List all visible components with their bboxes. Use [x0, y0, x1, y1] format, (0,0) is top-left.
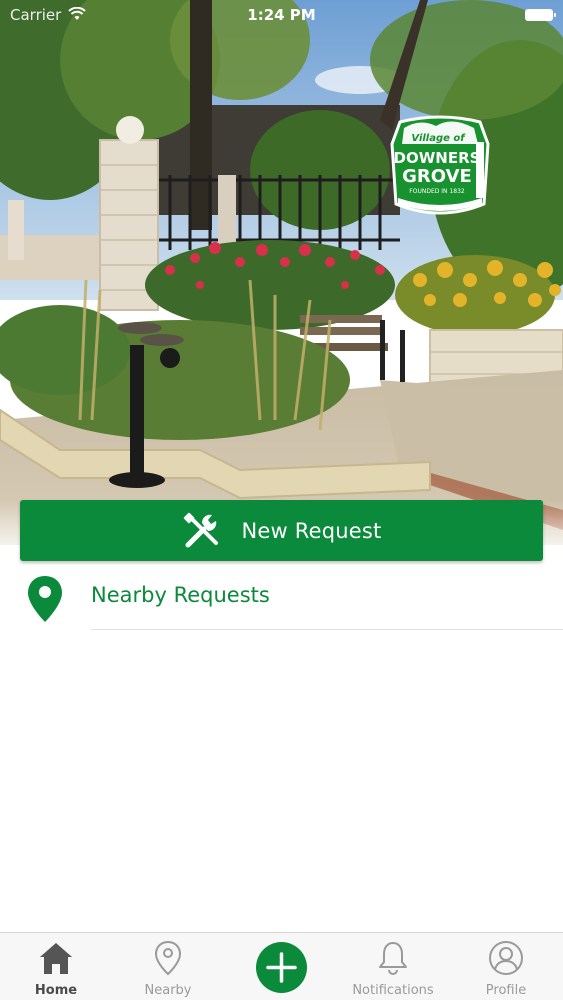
tab-home[interactable]: Home [0, 933, 112, 1000]
map-pin-outline-icon [154, 940, 182, 976]
clock-label: 1:24 PM [247, 6, 316, 24]
logo-village-of: Village of [411, 133, 466, 144]
plus-icon [266, 952, 297, 983]
tab-bar: Home Nearby Notifications Profile [0, 932, 563, 1000]
row-divider [91, 629, 563, 630]
tools-icon [183, 512, 218, 547]
map-pin-icon [28, 576, 62, 622]
battery-icon [525, 9, 556, 21]
logo-grove: GROVE [402, 166, 472, 187]
tab-nearby-label: Nearby [144, 983, 192, 998]
hero-image [0, 0, 563, 545]
logo-founded: FOUNDED IN 1832 [409, 188, 465, 195]
village-logo: Village of DOWNERS GROVE FOUNDED IN 1832 [390, 114, 490, 220]
logo-downers: DOWNERS [394, 149, 481, 167]
home-icon [40, 943, 72, 974]
tab-profile-label: Profile [485, 983, 527, 998]
new-request-button[interactable]: New Request [20, 500, 543, 561]
tab-notifications-label: Notifications [352, 983, 434, 998]
status-bar: Carrier 1:24 PM [0, 0, 563, 30]
tab-profile[interactable]: Profile [450, 933, 562, 1000]
home-screen: Carrier 1:24 PM Village of DOWNERS GROVE… [0, 0, 563, 1000]
tab-notifications[interactable]: Notifications [337, 933, 449, 1000]
bell-icon [379, 942, 407, 975]
nearby-requests-item[interactable]: Nearby Requests [0, 566, 563, 630]
tab-home-label: Home [34, 983, 78, 998]
tab-nearby[interactable]: Nearby [112, 933, 224, 1000]
new-request-label: New Request [241, 518, 382, 543]
user-icon [489, 941, 523, 975]
tab-add-button[interactable] [256, 942, 307, 993]
nearby-requests-label: Nearby Requests [91, 583, 270, 607]
